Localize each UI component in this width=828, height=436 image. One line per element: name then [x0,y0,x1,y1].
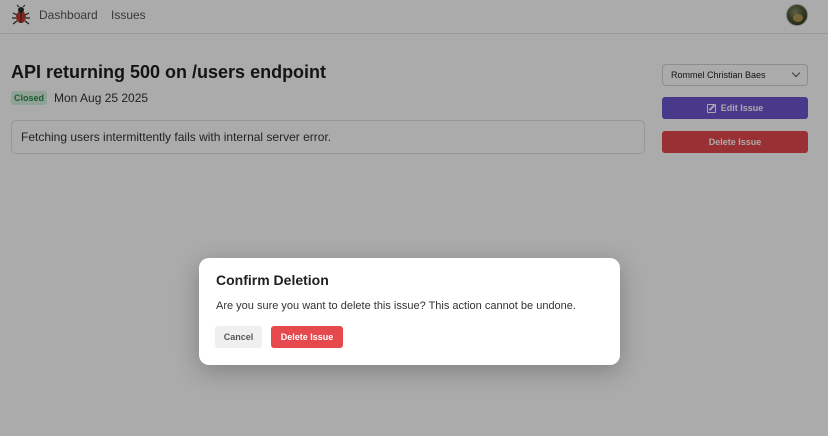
dialog-title: Confirm Deletion [216,272,329,288]
confirm-delete-button[interactable]: Delete Issue [271,326,343,348]
confirm-dialog: Confirm Deletion Are you sure you want t… [199,258,620,365]
cancel-button[interactable]: Cancel [215,326,262,348]
modal-overlay[interactable] [0,0,828,436]
dialog-message: Are you sure you want to delete this iss… [216,300,576,312]
